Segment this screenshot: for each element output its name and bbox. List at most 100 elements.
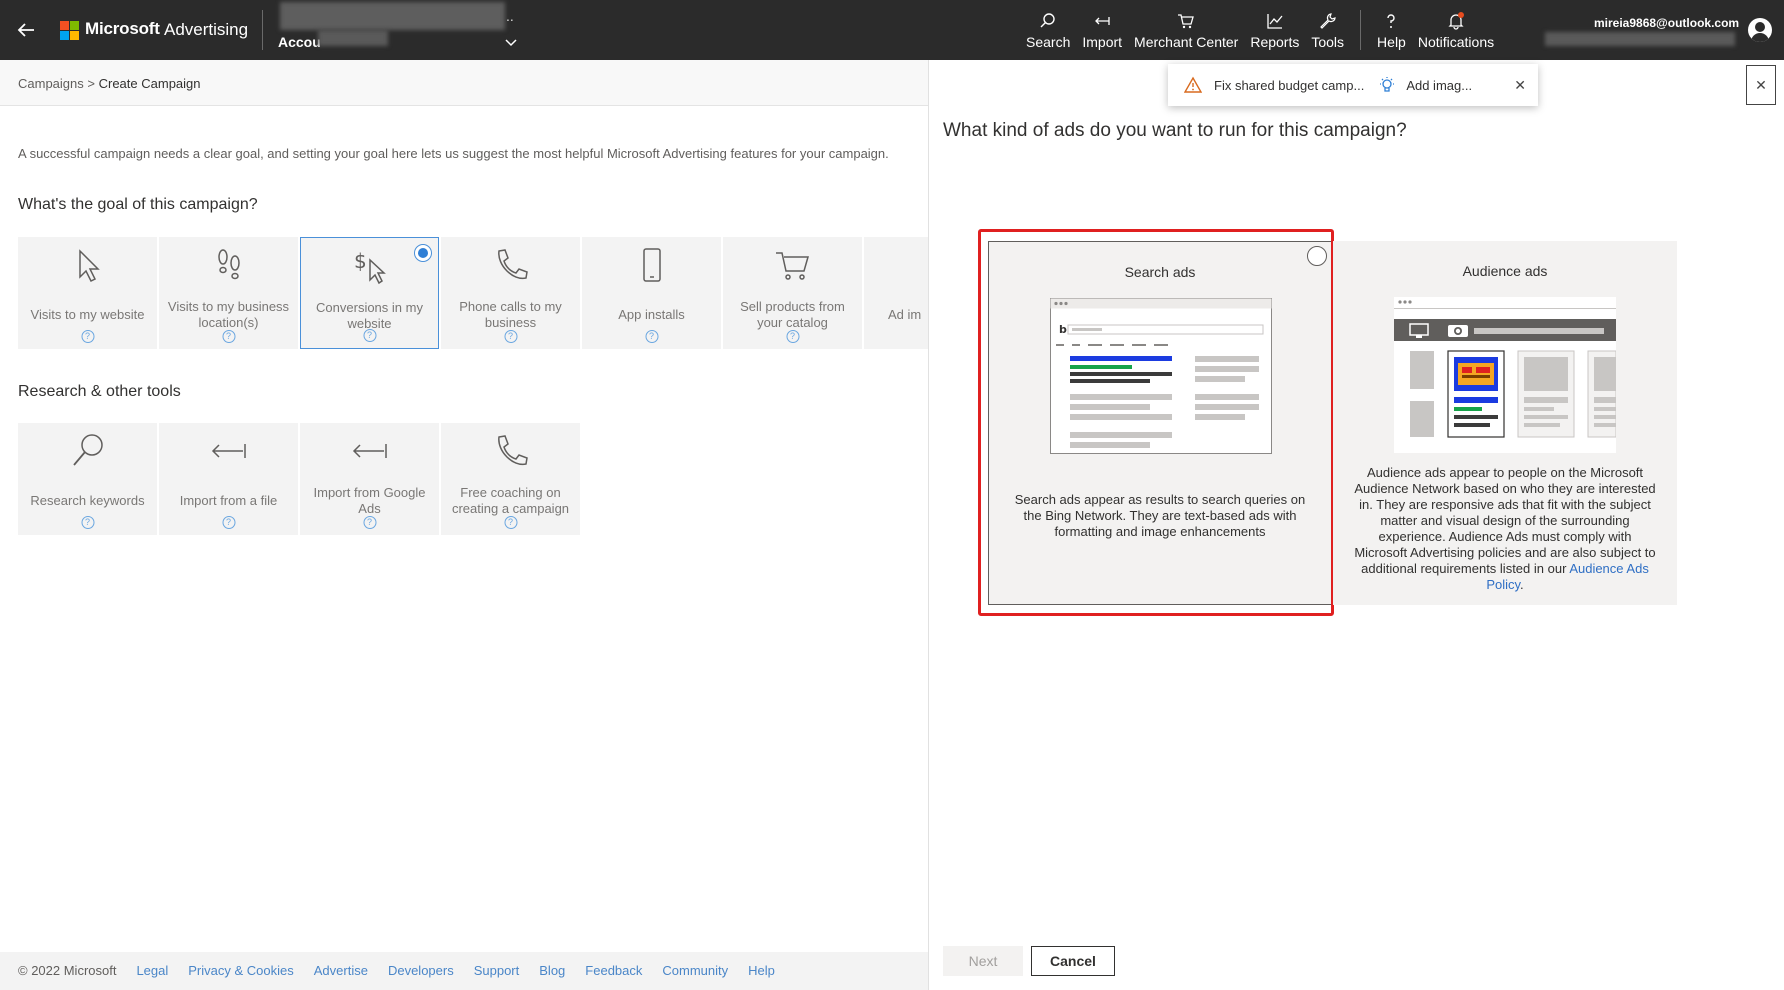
audience-ads-title: Audience ads [1462,263,1548,279]
tool-tile-label: Research keywords [30,493,145,508]
wrench-icon [1319,13,1336,29]
breadcrumb-separator: > [87,76,95,91]
breadcrumb-bar: Campaigns > Create Campaign [0,60,928,106]
panel-close-button[interactable]: ✕ [1746,65,1776,105]
help-circle-icon[interactable]: ? [786,330,799,343]
tool-tile-free-coaching[interactable]: Free coaching on creating a campaign ? [441,423,580,535]
tool-tile-import-google[interactable]: Import from Google Ads ? [300,423,439,535]
footer: © 2022 Microsoft Legal Privacy & Cookies… [0,952,928,990]
nav-notifications-label: Notifications [1417,34,1495,50]
avatar-icon[interactable] [1748,18,1772,42]
import-arrow-icon [352,444,387,458]
goal-tile-location-visits[interactable]: Visits to my business location(s) ? [159,237,298,349]
footer-link-legal[interactable]: Legal [136,963,168,978]
goal-tile-app-installs[interactable]: App installs ? [582,237,721,349]
nav-help[interactable]: Help [1371,0,1412,60]
account-chevron-down-icon[interactable] [504,36,518,50]
svg-text:b: b [1059,323,1067,336]
footer-link-developers[interactable]: Developers [388,963,454,978]
goal-radio-selected[interactable] [414,244,432,262]
header-divider [262,10,263,50]
nav-reports-label: Reports [1250,34,1300,50]
footer-link-community[interactable]: Community [662,963,728,978]
tool-tile-research-keywords[interactable]: Research keywords ? [18,423,157,535]
toast-warning-text[interactable]: Fix shared budget camp... [1214,78,1364,93]
dollar-cursor-icon: $ [354,249,386,285]
cancel-button[interactable]: Cancel [1031,946,1115,976]
footer-link-blog[interactable]: Blog [539,963,565,978]
audience-ads-description-end: . [1520,577,1524,592]
help-circle-icon[interactable]: ? [504,516,517,529]
back-arrow-icon[interactable] [12,16,40,44]
research-section-title: Research & other tools [18,383,181,400]
account-name-redacted [280,2,505,30]
nav-merchant-center[interactable]: Merchant Center [1128,0,1244,60]
audience-ads-description: Audience ads appear to people on the Mic… [1351,465,1659,593]
nav-tools-label: Tools [1311,34,1345,50]
help-circle-icon[interactable]: ? [363,516,376,529]
account-id-redacted [318,30,388,46]
goal-tile-label: Phone calls to my business [459,299,562,330]
tool-tile-import-file[interactable]: Import from a file ? [159,423,298,535]
brand-name: Microsoft [85,19,160,38]
top-bar: Microsoft Advertising .. Accou Search Im… [0,0,1784,60]
tool-tile-label: Import from a file [179,493,278,508]
breadcrumb-campaigns[interactable]: Campaigns [18,76,84,91]
footer-copyright: © 2022 Microsoft [18,963,117,978]
question-icon [1387,14,1396,28]
cart-icon [775,252,809,280]
account-label[interactable]: Accou [278,34,321,50]
warning-icon [1184,76,1202,93]
notification-toast: Fix shared budget camp... Add imag... ✕ [1168,64,1538,106]
footer-link-help[interactable]: Help [748,963,775,978]
search-results-illustration-icon: b [1050,298,1272,454]
toast-close-icon[interactable]: ✕ [1514,77,1526,94]
search-ads-title: Search ads [1124,264,1196,280]
goal-tile-sell-products[interactable]: Sell products from your catalog ? [723,237,862,349]
goal-tile-label: Conversions in my website [316,300,423,331]
search-ads-radio[interactable] [1307,246,1327,266]
help-circle-icon[interactable]: ? [81,330,94,343]
import-arrow-icon [211,444,246,458]
magnifier-icon [72,434,103,466]
nav-import[interactable]: Import [1076,0,1128,60]
lightbulb-icon [1380,77,1395,92]
goal-tile-label: Sell products from your catalog [740,299,845,330]
cart-icon [1178,14,1195,29]
goal-tile-label: App installs [618,307,685,322]
import-icon [1095,17,1110,25]
goal-tile-website-visits[interactable]: Visits to my website ? [18,237,157,349]
next-button[interactable]: Next [943,946,1023,976]
help-circle-icon[interactable]: ? [81,516,94,529]
goal-tile-label: Visits to my business location(s) [167,299,290,330]
footer-link-support[interactable]: Support [474,963,520,978]
help-circle-icon[interactable]: ? [645,330,658,343]
toast-tip-text[interactable]: Add imag... [1406,78,1472,93]
goal-tile-phone-calls[interactable]: Phone calls to my business ? [441,237,580,349]
footer-link-privacy[interactable]: Privacy & Cookies [188,963,293,978]
chart-icon [1267,14,1283,29]
audience-ads-description-text: Audience ads appear to people on the Mic… [1354,465,1656,576]
nav-notifications[interactable]: Notifications [1412,0,1500,60]
search-ads-card[interactable]: Search ads b Search ads appear as result… [988,241,1332,605]
cursor-icon [78,249,100,283]
goal-tile-conversions[interactable]: $ Conversions in my website ? [300,237,439,349]
help-circle-icon[interactable]: ? [222,330,235,343]
help-circle-icon[interactable]: ? [222,516,235,529]
help-circle-icon[interactable]: ? [504,330,517,343]
nav-help-label: Help [1377,34,1406,50]
nav-tools[interactable]: Tools [1305,0,1350,60]
research-tiles: Research keywords ? Import from a file ?… [18,423,928,535]
goal-tile-ad-impressions[interactable]: Ad im [864,237,928,349]
goal-section-title: What's the goal of this campaign? [18,196,258,213]
footer-link-feedback[interactable]: Feedback [585,963,642,978]
audience-ads-card[interactable]: Audience ads Audience ads appear to peop… [1333,241,1677,605]
image-icon [914,245,929,285]
nav-reports[interactable]: Reports [1244,0,1305,60]
mobile-icon [642,248,661,282]
nav-search[interactable]: Search [1020,0,1076,60]
help-circle-icon[interactable]: ? [363,329,376,342]
panel-title: What kind of ads do you want to run for … [943,120,1407,141]
footer-link-advertise[interactable]: Advertise [314,963,368,978]
user-email[interactable]: mireia9868@outlook.com [1594,16,1739,30]
